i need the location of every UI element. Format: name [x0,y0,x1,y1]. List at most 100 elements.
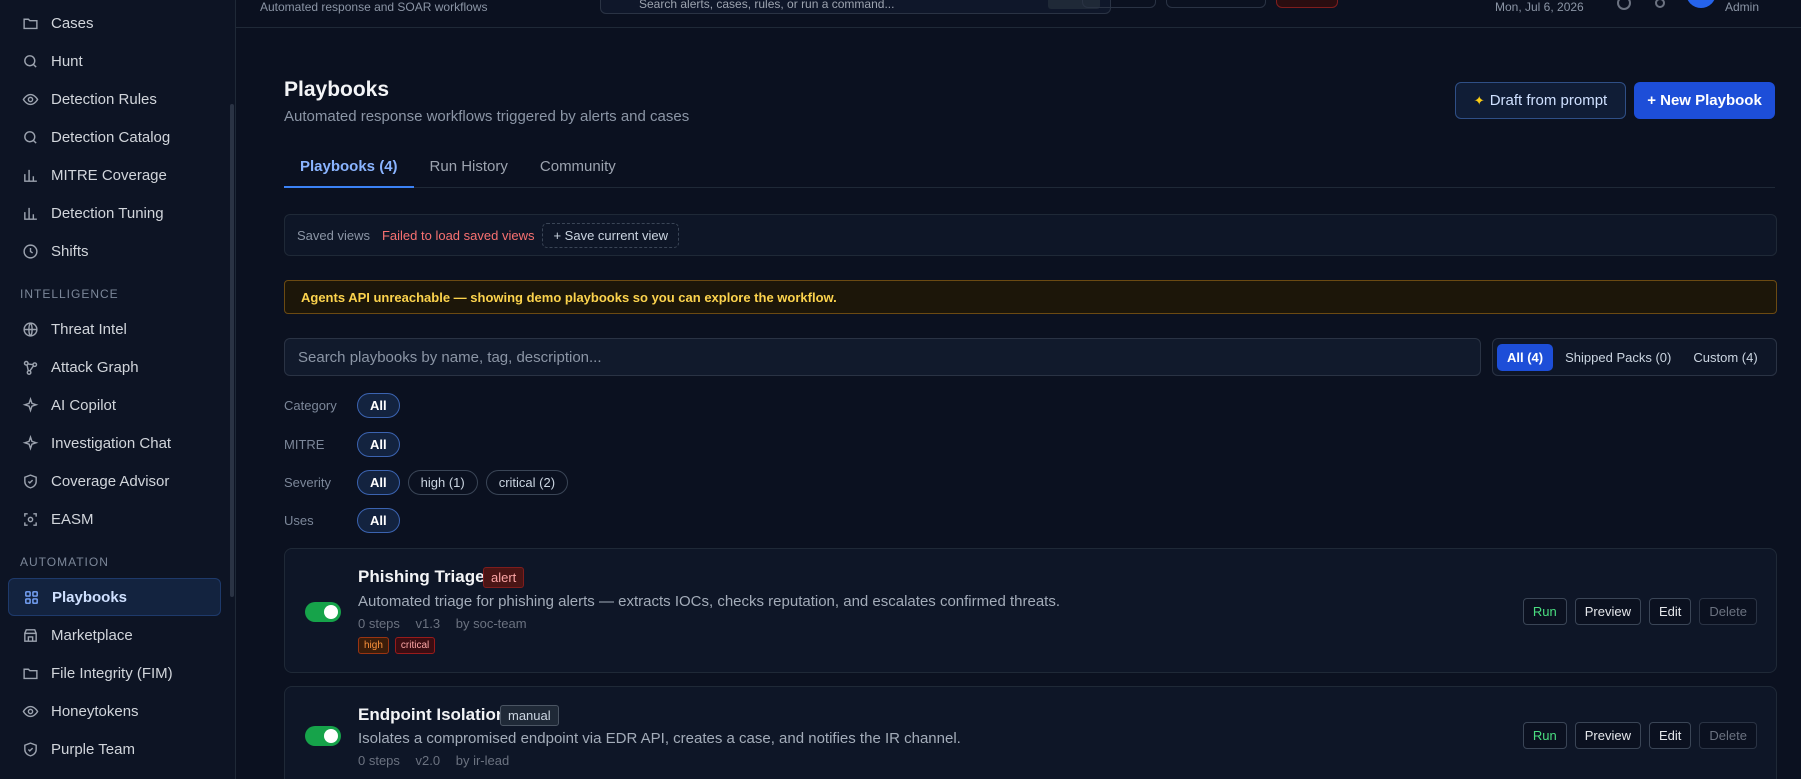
filter-label: Uses [284,512,314,528]
sidebar-item-ai-copilot[interactable]: AI Copilot [8,386,221,424]
saved-views-error: Failed to load saved views [381,227,535,243]
clock-icon [20,241,40,261]
store-icon [20,625,40,645]
sidebar-item-label: Shifts [51,242,89,260]
sidebar-item-coverage-advisor[interactable]: Coverage Advisor [8,462,221,500]
help-icon[interactable] [1617,0,1631,10]
playbook-enabled-toggle[interactable] [305,602,341,622]
sidebar-item-label: AI Copilot [51,396,117,414]
section-label-automation: AUTOMATION [20,555,109,569]
sidebar-item-hunt[interactable]: Hunt [8,42,221,80]
bell-icon[interactable] [1655,0,1665,8]
sidebar-item-easm[interactable]: EASM [8,500,221,538]
playbook-name[interactable]: Endpoint Isolation [358,705,506,725]
main-content: Automated response and SOAR workflows Se… [236,0,1801,779]
sidebar-item-purple-team[interactable]: Purple Team [8,730,221,768]
delete-button[interactable]: Delete [1699,598,1757,625]
topbar-tenant-pill[interactable] [1166,0,1266,8]
playbook-description: Automated triage for phishing alerts — e… [358,593,1061,610]
saved-views-label: Saved views [297,227,370,243]
draft-button-label: Draft from prompt [1489,92,1608,109]
page-description: Automated response workflows triggered b… [284,108,690,125]
playbook-card: Endpoint Isolation manual Isolates a com… [284,686,1777,779]
filter-row-mitre: MITRE All [284,431,408,457]
sidebar-item-label: Detection Tuning [51,204,164,222]
sidebar-item-label: Attack Graph [51,358,139,376]
filter-label: Severity [284,474,331,490]
filter-chip-severity-critical[interactable]: critical (2) [485,469,569,495]
run-button[interactable]: Run [1522,722,1567,749]
sidebar-item-investigation-chat[interactable]: Investigation Chat [8,424,221,462]
segment-shipped-packs[interactable]: Shipped Packs (0) [1555,344,1681,371]
playbook-version: v1.3 [415,616,441,631]
source-segmented-control: All (4) Shipped Packs (0) Custom (4) [1492,338,1777,376]
global-search-input[interactable]: Search alerts, cases, rules, or run a co… [600,0,1111,14]
sidebar-item-label: Playbooks [52,588,128,606]
graph-icon [20,357,40,377]
api-warning-banner: Agents API unreachable — showing demo pl… [284,280,1777,314]
sidebar-item-detection-tuning[interactable]: Detection Tuning [8,194,221,232]
sidebar-item-detection-rules[interactable]: Detection Rules [8,80,221,118]
segment-all[interactable]: All (4) [1497,343,1554,371]
sidebar-item-label: Marketplace [51,626,133,644]
topbar-status-pill[interactable] [1082,0,1156,8]
sidebar-item-attack-graph[interactable]: Attack Graph [8,348,221,386]
tab-community[interactable]: Community [524,150,632,188]
avatar[interactable] [1686,0,1716,8]
run-button[interactable]: Run [1522,598,1567,625]
delete-button[interactable]: Delete [1699,722,1757,749]
sidebar-item-threat-intel[interactable]: Threat Intel [8,310,221,348]
playbook-enabled-toggle[interactable] [305,726,341,746]
preview-button[interactable]: Preview [1574,598,1642,625]
topbar-user[interactable]: Admin [1725,0,1759,14]
sidebar-item-honeytokens[interactable]: Honeytokens [8,692,221,730]
sidebar-item-mitre-coverage[interactable]: MITRE Coverage [8,156,221,194]
topbar-alert-badge[interactable] [1276,0,1338,8]
sidebar-item-cases[interactable]: Cases [8,4,221,42]
edit-button[interactable]: Edit [1649,598,1692,625]
globe-icon [20,319,40,339]
tab-run-history[interactable]: Run History [414,150,524,188]
filter-chip-severity-high[interactable]: high (1) [407,469,478,495]
scan-icon [20,509,40,529]
playbook-meta: 0 steps v1.3 by soc-team [358,616,539,631]
playbook-author: by soc-team [455,616,527,631]
draft-from-prompt-button[interactable]: ✦ Draft from prompt [1455,82,1626,119]
new-playbook-button[interactable]: + New Playbook [1634,82,1775,119]
sidebar-item-detection-catalog[interactable]: Detection Catalog [8,118,221,156]
sidebar-scrollbar[interactable] [230,104,234,597]
save-current-view-button[interactable]: + Save current view [542,222,679,248]
folder-icon [20,663,40,683]
topbar-subtitle: Automated response and SOAR workflows [260,0,488,14]
sidebar-nav: Cases Hunt Detection Rules Detection Cat… [0,0,235,768]
sidebar-item-label: File Integrity (FIM) [51,664,173,682]
filter-chip-category-all[interactable]: All [357,392,400,418]
bar-chart-icon [20,203,40,223]
tab-playbooks[interactable]: Playbooks (4) [284,150,414,188]
filter-chip-mitre-all[interactable]: All [357,431,400,457]
filter-chip-uses-all[interactable]: All [357,507,400,533]
filter-chip-severity-all[interactable]: All [357,469,400,495]
preview-button[interactable]: Preview [1574,722,1642,749]
playbook-search-input[interactable]: Search playbooks by name, tag, descripti… [284,338,1481,376]
playbook-name[interactable]: Phishing Triage [358,567,485,587]
edit-button[interactable]: Edit [1649,722,1692,749]
severity-tag-critical: critical [394,637,436,654]
segment-custom[interactable]: Custom (4) [1683,344,1767,371]
sidebar-item-fim[interactable]: File Integrity (FIM) [8,654,221,692]
sidebar-item-marketplace[interactable]: Marketplace [8,616,221,654]
severity-tag-high: high [358,637,389,654]
grid-icon [21,587,41,607]
playbook-author: by ir-lead [455,753,510,768]
sidebar-item-playbooks[interactable]: Playbooks [8,578,221,616]
sidebar-item-label: MITRE Coverage [51,166,167,184]
topbar-date: Mon, Jul 6, 2026 [1495,0,1584,14]
playbook-actions: Run Preview Edit Delete [1515,722,1757,749]
sidebar-item-shifts[interactable]: Shifts [8,232,221,270]
trigger-badge: manual [500,705,559,726]
search-icon [20,51,40,71]
eye-icon [20,701,40,721]
sidebar-item-label: Purple Team [51,740,135,758]
tab-bar: Playbooks (4) Run History Community [284,150,1775,188]
sidebar-item-label: Honeytokens [51,702,139,720]
